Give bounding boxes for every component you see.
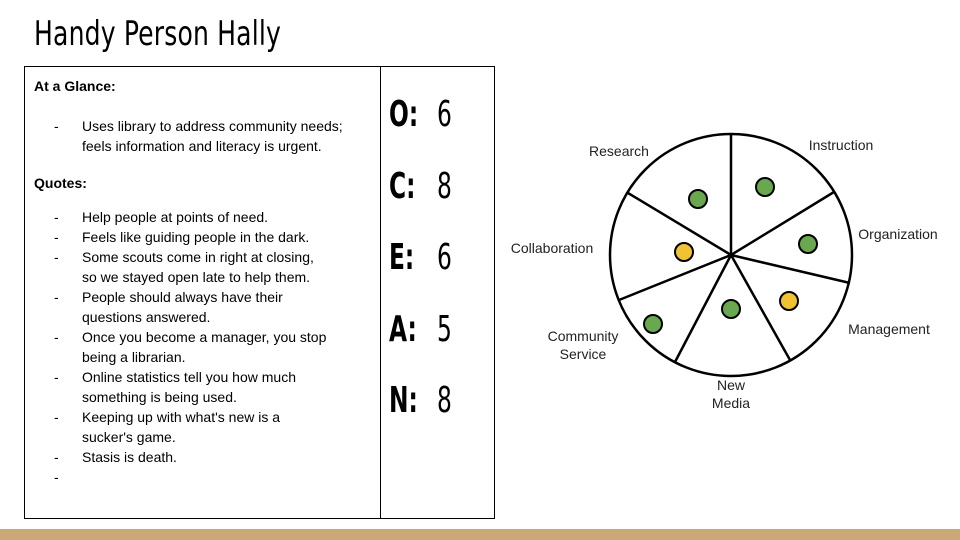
skills-wheel: Instruction Organization Management New … [511,132,938,411]
ocean-row-neuroticism: N: 8 [389,381,499,453]
ocean-row-openness: O: 6 [389,95,499,167]
list-item: Stasis is death. [34,447,332,467]
trait-letter: O: [389,94,419,135]
collaboration-dot [674,242,694,262]
list-item: Help people at points of need. [34,207,332,227]
trait-score: 8 [437,165,452,207]
persona-card: At a Glance: Uses library to address com… [24,66,495,519]
new-media-dot [721,299,741,319]
instruction-label: Instruction [809,137,874,153]
ocean-row-agreeableness: A: 5 [389,308,499,382]
list-item: People should always have their question… [34,287,332,327]
new-media-label-line2: Media [712,395,750,411]
list-item: Keeping up with what's new is a sucker's… [34,407,332,447]
instruction-dot [755,177,775,197]
column-divider [380,67,381,518]
list-item: Once you become a manager, you stop bein… [34,327,332,367]
organization-dot [798,234,818,254]
research-dot [688,189,708,209]
list-item: Some scouts come in right at closing, so… [34,247,332,287]
trait-letter: E: [389,237,415,278]
management-dot [779,291,799,311]
quotes-list: Help people at points of need. Feels lik… [34,207,374,487]
community-service-label-line1: Community [548,328,619,344]
trait-score: 8 [437,380,452,421]
list-item: Feels like guiding people in the dark. [34,227,332,247]
list-item: Uses library to address community needs;… [34,116,374,156]
organization-label: Organization [858,226,937,242]
list-item: Online statistics tell you how much some… [34,367,332,407]
list-item [34,467,332,487]
at-a-glance-list: Uses library to address community needs;… [34,116,374,156]
at-a-glance-heading: At a Glance: [34,78,116,94]
community-service-label-line2: Service [560,346,607,362]
quotes-heading: Quotes: [34,175,87,191]
community-service-dot [643,314,663,334]
trait-score: 5 [437,308,452,350]
page-title: Handy Person Hally [34,14,281,54]
trait-score: 6 [437,94,452,135]
trait-letter: N: [389,380,418,421]
management-label: Management [848,321,930,337]
new-media-label-line1: New [717,377,746,393]
ocean-row-extraversion: E: 6 [389,238,499,310]
ocean-row-conscientiousness: C: 8 [389,165,499,239]
trait-letter: A: [389,308,417,350]
ocean-scores: O: 6 C: 8 E: 6 A: 5 N: 8 [389,95,499,453]
collaboration-label: Collaboration [511,240,594,256]
bottom-accent-bar [0,529,960,540]
trait-letter: C: [389,165,416,207]
persona-details: At a Glance: Uses library to address com… [34,76,374,487]
research-label: Research [589,143,649,159]
trait-score: 6 [437,237,452,278]
